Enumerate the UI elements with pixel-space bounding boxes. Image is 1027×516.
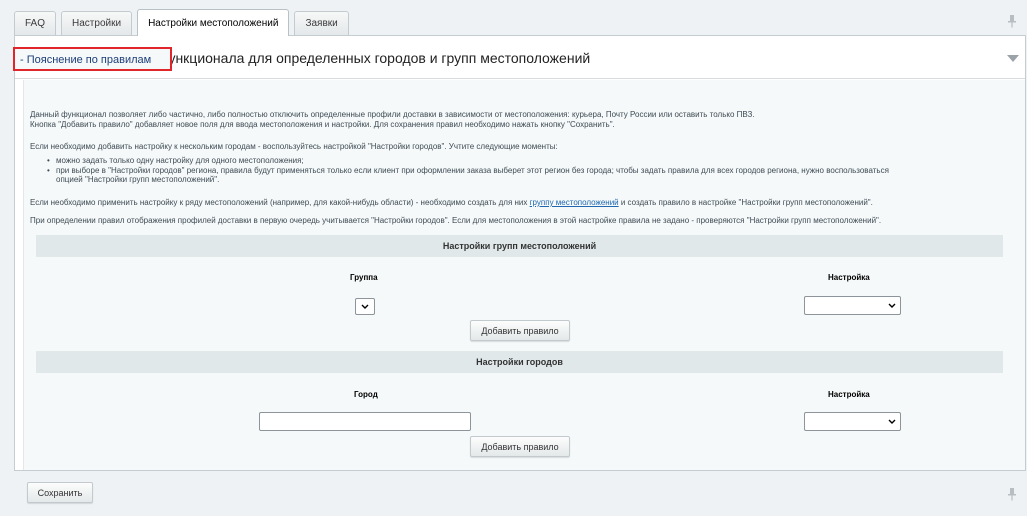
tab-location-settings[interactable]: Настройки местоположений [137,9,290,36]
city-column-label: Город [354,390,378,399]
help-text-line: Если необходимо применить настройку к ря… [30,198,1010,208]
add-city-rule-button[interactable]: Добавить правило [470,436,570,457]
pin-icon[interactable] [1007,14,1017,28]
tab-requests[interactable]: Заявки [294,11,349,35]
help-text-fragment: и создать правило в настройке "Настройки… [618,198,873,207]
group-setting-select[interactable] [804,296,901,315]
pin-icon[interactable] [1007,487,1017,501]
city-input[interactable] [259,412,471,431]
help-text-line: Данный функционал позволяет либо частичн… [30,110,755,119]
group-select[interactable] [355,298,375,315]
help-text-line: Если необходимо добавить настройку к нес… [30,142,558,151]
save-button[interactable]: Сохранить [27,482,93,503]
list-item-line: опцией "Настройки групп местоположений". [56,175,220,184]
tab-bar: FAQ Настройки Настройки местоположений З… [14,9,354,36]
group-column-label: Группа [350,273,378,282]
rules-explanation-toggle[interactable]: - Пояснение по правилам [13,47,172,71]
chevron-down-icon[interactable] [1007,55,1019,63]
help-bullets: можно задать только одну настройку для о… [47,156,997,185]
location-groups-section-header: Настройки групп местоположений [36,235,1003,257]
list-item: при выборе в "Настройки городов" региона… [47,166,997,185]
chevron-down-icon [361,304,369,309]
cities-section-header: Настройки городов [36,351,1003,373]
help-text-line: При определении правил отображения профи… [30,216,882,225]
help-intro: Данный функционал позволяет либо частичн… [30,110,1010,129]
city-setting-column-label: Настройка [828,390,870,399]
tab-settings[interactable]: Настройки [61,11,133,35]
chevron-down-icon [888,303,896,308]
location-group-link[interactable]: группу местоположений [530,198,619,207]
help-text-line: Кнопка "Добавить правило" добавляет ново… [30,119,615,129]
city-setting-select[interactable] [804,412,901,431]
chevron-down-icon [888,419,896,424]
settings-page: FAQ Настройки Настройки местоположений З… [0,0,1027,516]
help-text-fragment: Если необходимо применить настройку к ря… [30,198,530,207]
list-item: можно задать только одну настройку для о… [47,156,997,166]
add-group-rule-button[interactable]: Добавить правило [470,320,570,341]
tab-faq[interactable]: FAQ [14,11,57,35]
setting-column-label: Настройка [828,273,870,282]
list-item-line: при выборе в "Настройки городов" региона… [56,165,889,175]
